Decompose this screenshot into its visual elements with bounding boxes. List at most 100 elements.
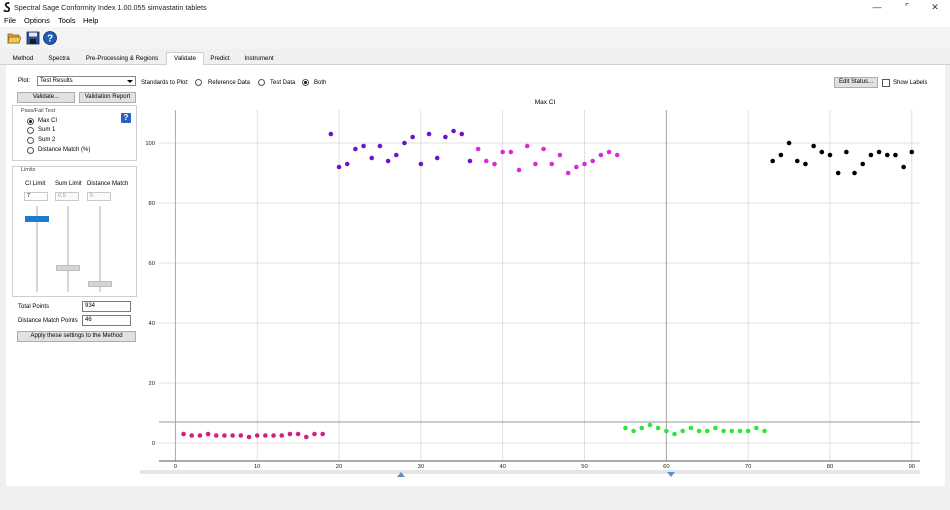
data-point-pink: [230, 433, 235, 438]
data-point-pink: [189, 433, 195, 438]
x-tick-label: 50: [581, 464, 587, 470]
data-point-magenta: [484, 158, 489, 164]
data-point-purple: [443, 134, 448, 140]
y-tick-label: 100: [145, 141, 155, 147]
data-point-pink: [271, 433, 276, 438]
data-point-green: [762, 428, 767, 434]
data-point-green: [737, 428, 743, 434]
data-point-green: [704, 428, 710, 434]
data-point-purple: [410, 134, 415, 140]
data-point-black: [819, 149, 825, 155]
data-point-purple: [459, 131, 465, 137]
data-point-magenta: [475, 146, 481, 152]
data-point-green: [655, 425, 661, 431]
chart-title: Max CI: [535, 99, 556, 106]
data-point-black: [860, 161, 866, 167]
data-point-pink: [287, 431, 293, 437]
data-point-black: [778, 152, 784, 158]
data-point-magenta: [590, 158, 595, 164]
data-point-green: [631, 428, 636, 434]
x-tick-label: 90: [909, 464, 915, 470]
y-tick-label: 60: [149, 261, 155, 267]
data-point-black: [770, 158, 776, 164]
x-tick-label: 10: [254, 464, 260, 470]
range-end-handle[interactable]: [667, 472, 675, 477]
x-tick-label: 70: [745, 464, 751, 470]
chart-axes: 0 10 20 30 40 50 60 70 80 90 0 20 40 60 80 100: [145, 141, 920, 470]
data-point-green: [680, 428, 685, 434]
data-point-green: [664, 428, 669, 434]
data-point-green: [623, 425, 628, 431]
data-point-magenta: [524, 143, 530, 149]
data-point-black: [876, 149, 882, 155]
data-point-magenta: [500, 149, 505, 155]
data-point-purple: [426, 131, 432, 137]
y-tick-label: 80: [149, 201, 155, 207]
data-point-black: [811, 143, 816, 149]
data-point-purple: [361, 143, 366, 149]
data-point-green: [672, 431, 677, 437]
data-point-magenta: [598, 152, 604, 158]
data-point-pink: [312, 431, 317, 437]
data-point-green: [729, 428, 735, 434]
data-point-magenta: [565, 170, 571, 176]
data-point-pink: [263, 433, 268, 438]
chart-scrollbar-track[interactable]: [140, 470, 920, 474]
y-tick-label: 0: [152, 441, 155, 447]
chart-scrollbar[interactable]: [140, 470, 920, 477]
data-point-magenta: [541, 146, 546, 152]
data-point-pink: [279, 433, 285, 438]
data-point-magenta: [508, 149, 514, 155]
chart-points: [181, 128, 915, 440]
data-point-pink: [254, 433, 260, 438]
data-point-pink: [303, 434, 309, 440]
x-tick-label: 30: [418, 464, 424, 470]
data-point-pink: [238, 433, 244, 438]
data-point-magenta: [533, 161, 538, 167]
data-point-pink: [205, 431, 211, 437]
data-point-magenta: [614, 152, 620, 158]
data-point-magenta: [557, 152, 563, 158]
data-point-purple: [467, 158, 473, 164]
data-point-green: [688, 425, 694, 431]
data-point-purple: [418, 161, 424, 167]
data-point-pink: [197, 433, 203, 438]
data-point-black: [803, 161, 808, 167]
data-point-purple: [336, 164, 342, 170]
data-point-black: [844, 149, 849, 155]
x-tick-label: 40: [499, 464, 505, 470]
data-point-purple: [394, 152, 399, 158]
data-point-purple: [369, 155, 375, 161]
data-point-magenta: [516, 167, 522, 173]
data-point-pink: [295, 431, 301, 437]
x-tick-label: 80: [827, 464, 833, 470]
x-tick-label: 20: [336, 464, 342, 470]
data-point-black: [852, 170, 857, 176]
data-point-purple: [451, 128, 456, 134]
data-point-magenta: [492, 161, 497, 167]
data-point-purple: [385, 158, 391, 164]
data-point-pink: [181, 431, 186, 437]
data-point-pink: [246, 434, 252, 440]
y-tick-label: 40: [149, 321, 155, 327]
data-point-black: [794, 158, 800, 164]
data-point-black: [827, 152, 833, 158]
data-point-pink: [320, 431, 325, 437]
y-tick-label: 20: [149, 381, 155, 387]
max-ci-chart: Max CI 0 10 20 30 40 50 60 70 80 90 0 20 40 60 80 100: [140, 99, 920, 477]
data-point-purple: [328, 131, 334, 137]
data-point-black: [901, 164, 906, 170]
data-point-magenta: [549, 161, 555, 167]
data-point-green: [721, 428, 726, 434]
x-tick-label: 0: [174, 464, 177, 470]
data-point-green: [647, 422, 653, 428]
data-point-purple: [353, 146, 358, 152]
data-point-green: [639, 425, 645, 431]
data-point-black: [884, 152, 890, 158]
data-point-pink: [213, 433, 219, 438]
x-tick-label: 60: [663, 464, 669, 470]
data-point-black: [909, 149, 915, 155]
data-point-black: [786, 140, 792, 146]
data-point-green: [745, 428, 751, 434]
data-point-green: [696, 428, 702, 434]
